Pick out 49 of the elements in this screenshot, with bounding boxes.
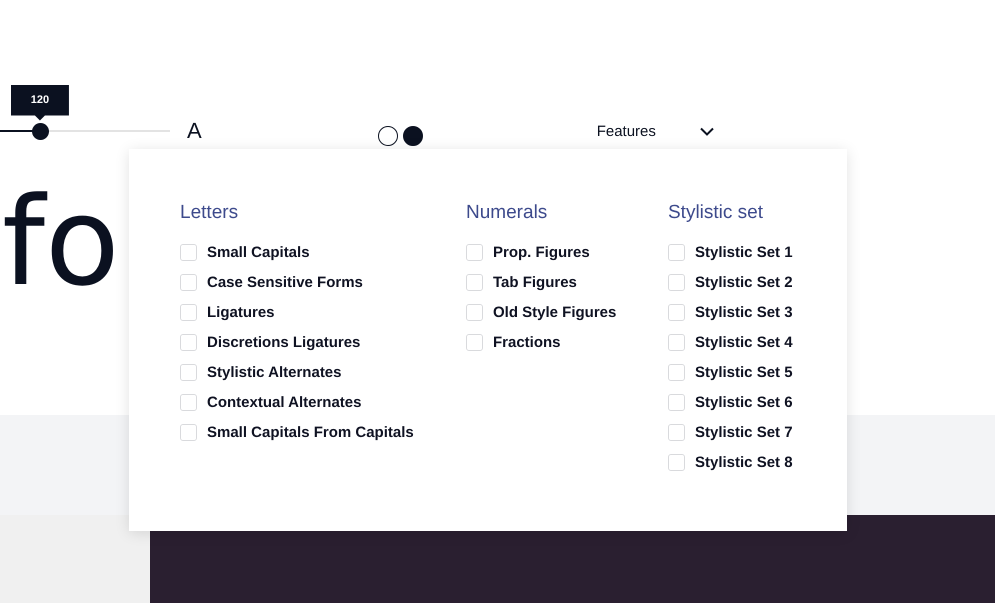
checkbox[interactable] [668, 244, 685, 260]
checkbox[interactable] [180, 274, 197, 290]
checkbox[interactable] [668, 364, 685, 380]
checkbox[interactable] [466, 244, 483, 260]
option-label: Ligatures [207, 304, 275, 320]
option-label: Stylistic Set 5 [695, 364, 793, 380]
group-heading: Letters [180, 201, 238, 225]
option-label: Stylistic Set 1 [695, 244, 793, 260]
option-label: Stylistic Set 8 [695, 454, 793, 470]
checkbox[interactable] [668, 394, 685, 410]
option-label: Tab Figures [493, 274, 577, 290]
option-label: Stylistic Set 6 [695, 394, 793, 410]
glyph-preview: A [187, 118, 202, 144]
group-heading: Stylistic set [668, 201, 764, 225]
option-label: Contextual Alternates [207, 394, 362, 410]
color-swatch[interactable] [378, 126, 398, 146]
checkbox[interactable] [180, 394, 197, 410]
checkbox[interactable] [668, 304, 685, 320]
option-label: Old Style Figures [493, 304, 616, 320]
option-label: Stylistic Set 3 [695, 304, 793, 320]
checkbox[interactable] [180, 424, 197, 440]
checkbox[interactable] [180, 364, 197, 380]
value-tooltip: 120 [10, 84, 69, 120]
color-swatch[interactable] [402, 126, 423, 146]
checkbox[interactable] [180, 244, 197, 260]
checkbox[interactable] [466, 304, 483, 320]
option-label: Small Capitals From Capitals [207, 424, 414, 440]
chevron-icon [700, 126, 714, 136]
option-label: Fractions [493, 334, 561, 350]
slider-thumb[interactable] [32, 122, 49, 140]
checkbox[interactable] [466, 274, 483, 290]
option-label: Stylistic Set 7 [695, 424, 793, 440]
option-label: Stylistic Set 2 [695, 274, 793, 290]
checkbox[interactable] [668, 274, 685, 290]
checkbox[interactable] [180, 334, 197, 350]
option-label: Prop. Figures [493, 244, 590, 260]
checkbox[interactable] [668, 454, 685, 470]
option-label: Stylistic Set 4 [695, 334, 793, 350]
checkbox[interactable] [466, 334, 483, 350]
group-heading: Numerals [466, 201, 548, 225]
sample-text: fo [2, 181, 120, 303]
checkbox[interactable] [668, 424, 685, 440]
option-label: Small Capitals [207, 244, 310, 260]
option-label: Discretions Ligatures [207, 334, 360, 350]
option-label: Stylistic Alternates [207, 364, 342, 380]
features-dropdown[interactable]: Features [596, 122, 714, 140]
checkbox[interactable] [668, 334, 685, 350]
checkbox[interactable] [180, 304, 197, 320]
option-label: Case Sensitive Forms [207, 274, 363, 290]
